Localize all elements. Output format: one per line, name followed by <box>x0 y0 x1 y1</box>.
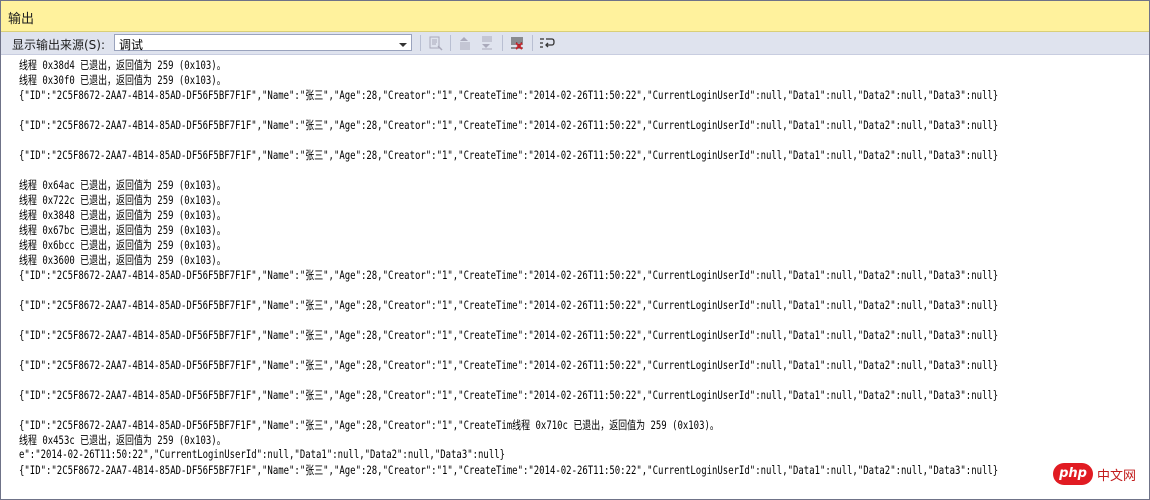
prev-message-button[interactable] <box>456 34 474 52</box>
chevron-down-icon <box>396 36 410 49</box>
find-in-file-button[interactable] <box>427 34 445 52</box>
output-line: e":"2014-02-26T11:50:22","CurrentLoginUs… <box>19 447 506 461</box>
output-source-label: 显示输出来源(S): <box>12 38 106 52</box>
output-line: 线程 0x64ac 已退出，返回值为 259 (0x103)。 <box>19 178 226 192</box>
find-in-file-icon <box>427 34 445 52</box>
output-line: {"ID":"2C5F8672-2AA7-4B14-85AD-DF56F5BF7… <box>19 148 999 162</box>
toolbar-separator <box>450 35 451 51</box>
toolbar-separator <box>502 35 503 51</box>
output-line: {"ID":"2C5F8672-2AA7-4B14-85AD-DF56F5BF7… <box>19 463 999 477</box>
next-message-button[interactable] <box>478 34 496 52</box>
output-title-bar[interactable]: 输出 <box>1 1 1149 32</box>
watermark-brand: php <box>1053 463 1093 485</box>
clear-all-icon <box>508 34 526 52</box>
clear-all-button[interactable] <box>508 34 526 52</box>
toolbar-separator <box>420 35 421 51</box>
output-line: 线程 0x6bcc 已退出，返回值为 259 (0x103)。 <box>19 238 226 252</box>
output-line: {"ID":"2C5F8672-2AA7-4B14-85AD-DF56F5BF7… <box>19 118 999 132</box>
output-line: 线程 0x67bc 已退出，返回值为 259 (0x103)。 <box>19 223 226 237</box>
output-toolbar: 显示输出来源(S): 调试 <box>1 32 1149 55</box>
output-window: 输出 显示输出来源(S): 调试 线程 0x38d4 已退出，返回值为 259 … <box>0 0 1150 500</box>
output-line: 线程 0x3848 已退出，返回值为 259 (0x103)。 <box>19 208 226 222</box>
output-line: 线程 0x38d4 已退出，返回值为 259 (0x103)。 <box>19 58 226 72</box>
output-line: {"ID":"2C5F8672-2AA7-4B14-85AD-DF56F5BF7… <box>19 88 999 102</box>
output-text-area[interactable]: 线程 0x38d4 已退出，返回值为 259 (0x103)。 线程 0x30f0… <box>1 55 1149 499</box>
output-line: 线程 0x453c 已退出，返回值为 259 (0x103)。 <box>19 433 226 447</box>
watermark: php 中文网 <box>1053 463 1139 485</box>
output-line: {"ID":"2C5F8672-2AA7-4B14-85AD-DF56F5BF7… <box>19 418 719 432</box>
word-wrap-icon <box>538 34 556 52</box>
output-line: {"ID":"2C5F8672-2AA7-4B14-85AD-DF56F5BF7… <box>19 358 999 372</box>
next-message-icon <box>478 34 496 52</box>
output-source-value: 调试 <box>119 38 144 52</box>
output-line: 线程 0x30f0 已退出，返回值为 259 (0x103)。 <box>19 73 226 87</box>
output-line: 线程 0x3600 已退出，返回值为 259 (0x103)。 <box>19 253 226 267</box>
toolbar-separator <box>532 35 533 51</box>
output-line: {"ID":"2C5F8672-2AA7-4B14-85AD-DF56F5BF7… <box>19 268 999 282</box>
window-title: 输出 <box>8 12 35 27</box>
output-line: {"ID":"2C5F8672-2AA7-4B14-85AD-DF56F5BF7… <box>19 388 999 402</box>
word-wrap-button[interactable] <box>538 34 556 52</box>
output-line: {"ID":"2C5F8672-2AA7-4B14-85AD-DF56F5BF7… <box>19 328 999 342</box>
output-source-dropdown[interactable]: 调试 <box>114 34 412 52</box>
output-line: 线程 0x722c 已退出，返回值为 259 (0x103)。 <box>19 193 226 207</box>
output-line: {"ID":"2C5F8672-2AA7-4B14-85AD-DF56F5BF7… <box>19 298 999 312</box>
prev-message-icon <box>456 34 474 52</box>
watermark-site: 中文网 <box>1097 469 1137 484</box>
